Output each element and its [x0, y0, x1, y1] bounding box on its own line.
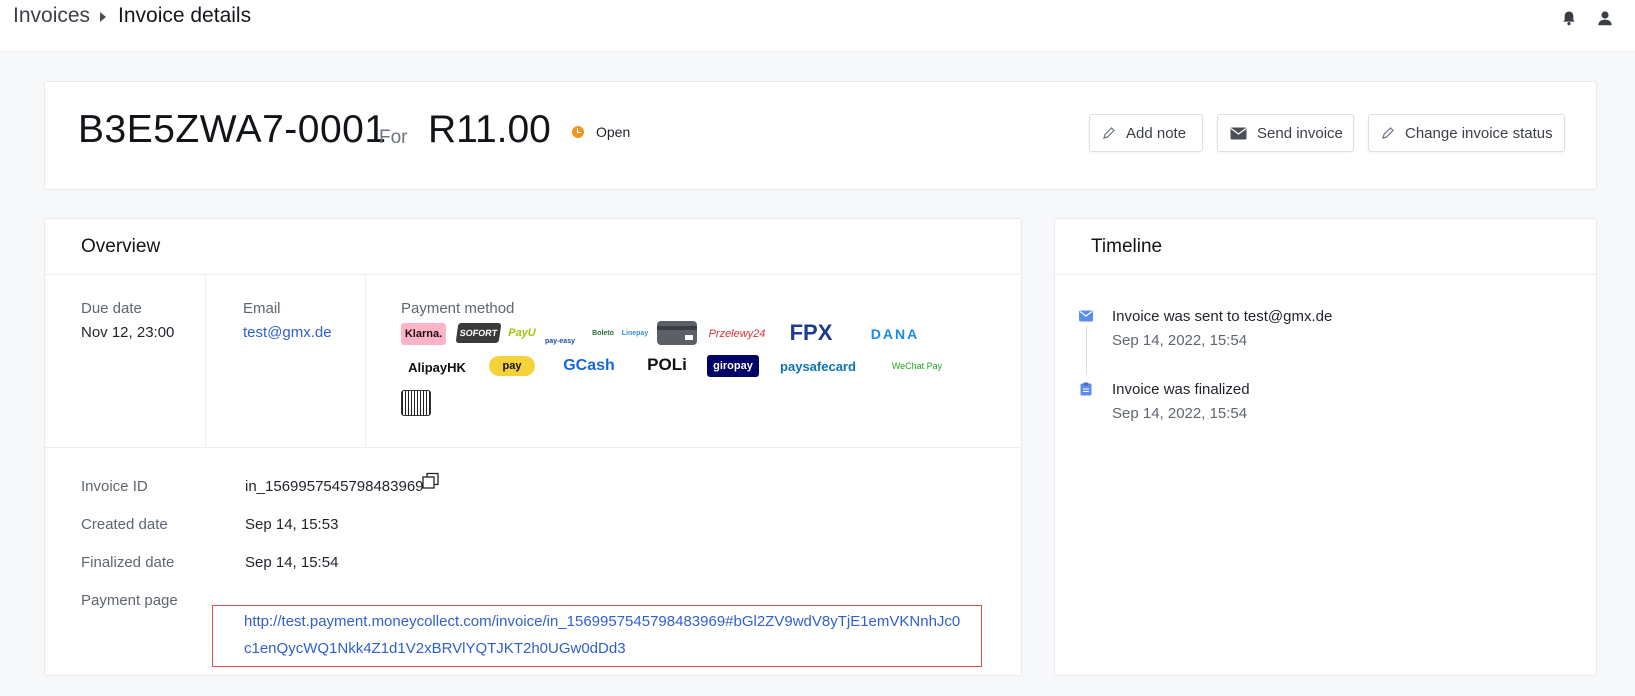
due-date-label: Due date: [81, 300, 142, 317]
timeline-card: Timeline Invoice was sent to test@gmx.de…: [1054, 218, 1597, 676]
pay-logo: pay: [489, 356, 535, 376]
card-logo: [657, 321, 697, 345]
klarna-logo: Klarna.: [401, 323, 446, 345]
linepay-logo: Linepay: [621, 329, 649, 337]
email-link[interactable]: test@gmx.de: [243, 324, 332, 341]
send-invoice-label: Send invoice: [1257, 124, 1343, 142]
sofort-logo: SOFORT: [455, 323, 502, 343]
invoice-header-card: B3E5ZWA7-0001 For R11.00 Open Add note S…: [44, 81, 1597, 190]
payment-page-label: Payment page: [81, 592, 178, 609]
alipayhk-logo: AlipayHK: [408, 359, 466, 375]
pencil-icon: [1382, 127, 1394, 139]
timeline-event-text: Invoice was finalized: [1112, 381, 1250, 398]
change-status-label: Change invoice status: [1405, 124, 1553, 142]
bell-icon[interactable]: [1560, 9, 1578, 27]
divider: [1055, 274, 1596, 275]
envelope-icon: [1079, 310, 1093, 322]
invoice-id-label: Invoice ID: [81, 478, 148, 495]
paysafecard-logo: paysafecard: [780, 358, 856, 374]
change-invoice-status-button[interactable]: Change invoice status: [1368, 114, 1565, 152]
divider: [45, 447, 1021, 448]
invoice-number: B3E5ZWA7-0001: [78, 108, 387, 151]
clipboard-icon: [1080, 382, 1092, 396]
copy-icon[interactable]: [422, 472, 440, 490]
user-icon[interactable]: [1596, 9, 1614, 27]
send-invoice-button[interactable]: Send invoice: [1217, 114, 1354, 152]
finalized-date-value: Sep 14, 15:54: [245, 554, 339, 571]
boleto-logo: Boleto: [592, 329, 614, 337]
giropay-logo: giropay: [707, 355, 759, 377]
add-note-button[interactable]: Add note: [1089, 114, 1203, 152]
top-bar: Invoices Invoice details: [0, 0, 1635, 52]
fpx-logo: FPX: [789, 320, 833, 345]
finalized-date-label: Finalized date: [81, 554, 175, 571]
payment-page-link[interactable]: http://test.payment.moneycollect.com/inv…: [244, 608, 964, 662]
email-label: Email: [243, 300, 281, 317]
przelewy24-logo: Przelewy24: [708, 328, 766, 340]
payment-method-label: Payment method: [401, 300, 515, 317]
timeline-title: Timeline: [1091, 236, 1163, 257]
overview-card: Overview Due date Nov 12, 23:00 Email te…: [44, 218, 1022, 676]
dana-logo: DANA: [870, 326, 920, 342]
invoice-id-value: in_1569957545798483969: [245, 478, 424, 495]
credit-card-icon: [657, 326, 697, 340]
page-title: Invoice details: [118, 4, 252, 27]
status-badge: Open: [596, 124, 631, 140]
barcode-logo: [401, 390, 431, 416]
timeline-event-time: Sep 14, 2022, 15:54: [1112, 405, 1248, 422]
overview-title: Overview: [81, 236, 161, 257]
breadcrumb-separator-icon: [100, 12, 106, 22]
timeline-event-text: Invoice was sent to test@gmx.de: [1112, 308, 1333, 325]
divider: [45, 274, 1021, 275]
due-date-value: Nov 12, 23:00: [81, 324, 175, 341]
clock-status-icon: [572, 126, 584, 138]
created-date-value: Sep 14, 15:53: [245, 516, 339, 533]
timeline-connector: [1086, 326, 1087, 374]
envelope-icon: [1230, 127, 1247, 139]
payeasy-logo: pay-easy: [545, 338, 575, 345]
pencil-icon: [1103, 127, 1115, 139]
for-label: For: [379, 127, 408, 148]
breadcrumb-invoices-link[interactable]: Invoices: [13, 4, 90, 28]
wechat-pay-logo: WeChat Pay: [891, 361, 943, 371]
gcash-logo: GCash: [563, 357, 615, 374]
divider: [205, 275, 206, 447]
add-note-label: Add note: [1126, 124, 1187, 142]
timeline-event-time: Sep 14, 2022, 15:54: [1112, 332, 1248, 349]
payu-logo: PayU: [508, 327, 536, 339]
divider: [365, 275, 366, 447]
poli-logo: POLi: [647, 355, 687, 374]
created-date-label: Created date: [81, 516, 168, 533]
invoice-amount: R11.00: [428, 108, 551, 151]
